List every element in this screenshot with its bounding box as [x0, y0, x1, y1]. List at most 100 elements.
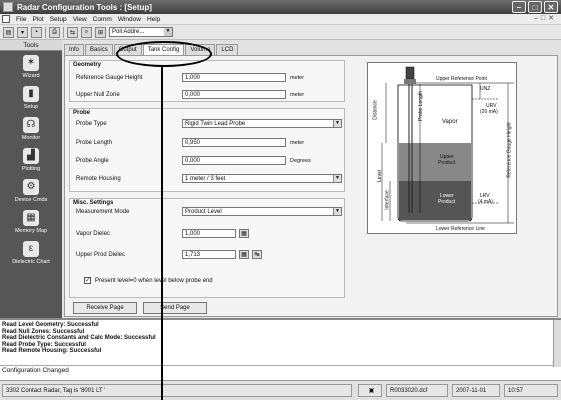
document-icon [2, 15, 10, 23]
probe-angle-unit: Degrees [290, 157, 311, 164]
sidebar-item-monitor[interactable]: ☊ Monitor [0, 113, 62, 144]
connection-icon: ▣ [358, 384, 382, 397]
sidebar-item-device-cmds[interactable]: ⚙ Device Cmds [0, 175, 62, 206]
device-cmds-icon: ⚙ [23, 178, 39, 195]
upper-null-zone-unit: meter [290, 91, 305, 98]
present-level-row[interactable]: ✓ Present level=0 when level below probe… [84, 277, 213, 284]
misc-settings-title: Misc. Settings [73, 200, 114, 206]
status-bar: 3302 Contact Radar, Tag is '8001 LT ' ▣ … [0, 380, 561, 400]
lower-product-label-2: Product [438, 199, 456, 205]
tab-info[interactable]: Info [64, 44, 85, 55]
remote-housing-row: Remote Housing 1 meter / 3 feet ▼ [76, 174, 346, 183]
sidebar-item-label: Plotting [21, 165, 41, 172]
memory-map-icon: ▦ [23, 209, 39, 226]
chevron-down-icon[interactable]: ▼ [333, 175, 341, 182]
probe-type-value: Rigid Twin Lead Probe [185, 120, 246, 127]
tab-basics[interactable]: Basics [85, 44, 113, 55]
sidebar-item-label: Setup [23, 103, 39, 110]
probe-angle-input[interactable]: 0,000 [182, 156, 286, 165]
probe-length-label: Probe Length [76, 139, 113, 146]
dielectric-chart-icon: ε [23, 240, 39, 257]
lower-ref-line-label: Lower Reference Line [436, 226, 485, 232]
menu-plot[interactable]: Plot [29, 16, 46, 23]
chevron-down-icon[interactable]: ▼ [164, 28, 172, 36]
remote-housing-select[interactable]: 1 meter / 3 feet ▼ [182, 174, 342, 183]
ref-gauge-height-label: Reference Gauge Height [76, 74, 143, 81]
receive-page-button[interactable]: Receive Page [73, 302, 137, 314]
disk-icon[interactable]: ▪ [31, 26, 42, 38]
menu-setup[interactable]: Setup [47, 16, 70, 23]
menu-file[interactable]: File [13, 16, 29, 23]
send-page-button[interactable]: Send Page [143, 302, 207, 314]
dielectric-chart-icon[interactable]: ↹ [252, 250, 262, 259]
geometry-title: Geometry [73, 62, 102, 68]
probe-angle-label: Probe Angle [76, 157, 109, 164]
probe-length-row: Probe Length 0,950 meter [76, 138, 346, 147]
upper-prod-dielec-input[interactable]: 1,713 [182, 250, 236, 259]
network-icon[interactable]: ⊞ [95, 26, 106, 38]
app-icon [3, 2, 13, 12]
level-label: Level [376, 170, 383, 182]
ref-gauge-height-diagram-label: Reference Gauge Height [506, 122, 513, 178]
probe-length-input[interactable]: 0,950 [182, 138, 286, 147]
upper-null-zone-input[interactable]: 0,000 [182, 90, 286, 99]
remote-housing-label: Remote Housing [76, 175, 121, 182]
minimize-button[interactable]: – [512, 1, 526, 13]
time-status: 10:57 [504, 384, 558, 397]
calculator-icon[interactable]: ▦ [239, 229, 249, 238]
sidebar-item-wizard[interactable]: ✶ Wizard [0, 51, 62, 82]
poll-address-combo[interactable]: Poll Addre... ▼ [109, 27, 173, 37]
save-icon[interactable]: ▾ [17, 26, 28, 38]
vapor-dielec-label: Vapor Dielec [76, 230, 110, 237]
print-icon[interactable]: ⎙ [49, 26, 60, 38]
chevron-down-icon[interactable]: ▼ [333, 208, 341, 215]
log-line: Read Remote Housing: Successful [2, 348, 102, 355]
menu-bar: File Plot Setup View Comm Window Help –□… [0, 14, 561, 25]
probe-length-unit: meter [290, 139, 305, 146]
sidebar-item-dielectric-chart[interactable]: ε Dielectric Chart [0, 237, 62, 268]
search-device-icon[interactable]: ⌕ [81, 26, 92, 38]
present-level-label: Present level=0 when level below probe e… [95, 277, 213, 284]
upper-prod-dielec-row: Upper Prod Dielec 1,713 ▦ ↹ [76, 250, 346, 259]
vapor-dielec-input[interactable]: 1,000 [182, 229, 236, 238]
device-status: 3302 Contact Radar, Tag is '8001 LT ' [2, 384, 352, 397]
poll-address-value: Poll Addre... [112, 29, 145, 35]
measurement-mode-select[interactable]: Product Level ▼ [182, 207, 342, 216]
distance-label: Distance [372, 100, 379, 120]
menu-view[interactable]: View [70, 16, 90, 23]
title-bar: Radar Configuration Tools : [Setup] – □ … [0, 0, 561, 14]
vapor-dielec-row: Vapor Dielec 1,000 ▦ [76, 229, 346, 238]
tools-sidebar: Tools ✶ Wizard ▮ Setup ☊ Monitor ▟ Plott… [0, 40, 62, 318]
remote-housing-value: 1 meter / 3 feet [185, 175, 226, 182]
tab-lcd[interactable]: LCD [216, 44, 239, 55]
menu-help[interactable]: Help [144, 16, 163, 23]
sidebar-item-label: Memory Map [14, 227, 48, 234]
wizard-icon: ✶ [23, 54, 39, 71]
menu-comm[interactable]: Comm [90, 16, 115, 23]
log-line: Read Level Geometry: Successful [2, 322, 99, 328]
probe-type-label: Probe Type [76, 120, 107, 127]
mdi-controls[interactable]: –□✕ [534, 14, 557, 22]
chevron-down-icon[interactable]: ▼ [333, 120, 341, 127]
log-scrollbar[interactable] [553, 320, 561, 367]
sidebar-item-memory-map[interactable]: ▦ Memory Map [0, 206, 62, 237]
menu-window[interactable]: Window [115, 16, 144, 23]
file-status: R0033020.dcf [386, 384, 448, 397]
tank-diagram: Upper Reference Point UNZ URV (20 mA) Va… [367, 62, 517, 234]
interface-label: Interface [384, 190, 391, 210]
ref-gauge-height-unit: meter [290, 74, 305, 81]
connect-icon[interactable]: ⇆ [67, 26, 78, 38]
maximize-button[interactable]: □ [528, 1, 542, 13]
callout-line [161, 66, 163, 400]
sidebar-item-setup[interactable]: ▮ Setup [0, 82, 62, 113]
open-icon[interactable]: ▤ [3, 26, 14, 38]
probe-type-select[interactable]: Rigid Twin Lead Probe ▼ [182, 119, 342, 128]
ref-gauge-height-input[interactable]: 1,000 [182, 73, 286, 82]
sidebar-item-plotting[interactable]: ▟ Plotting [0, 144, 62, 175]
setup-icon: ▮ [23, 85, 39, 102]
measurement-mode-value: Product Level [185, 208, 222, 215]
calculator-icon[interactable]: ▦ [239, 250, 249, 259]
sidebar-header: Tools [0, 40, 62, 51]
close-button[interactable]: ✕ [544, 1, 558, 13]
present-level-checkbox[interactable]: ✓ [84, 277, 91, 284]
